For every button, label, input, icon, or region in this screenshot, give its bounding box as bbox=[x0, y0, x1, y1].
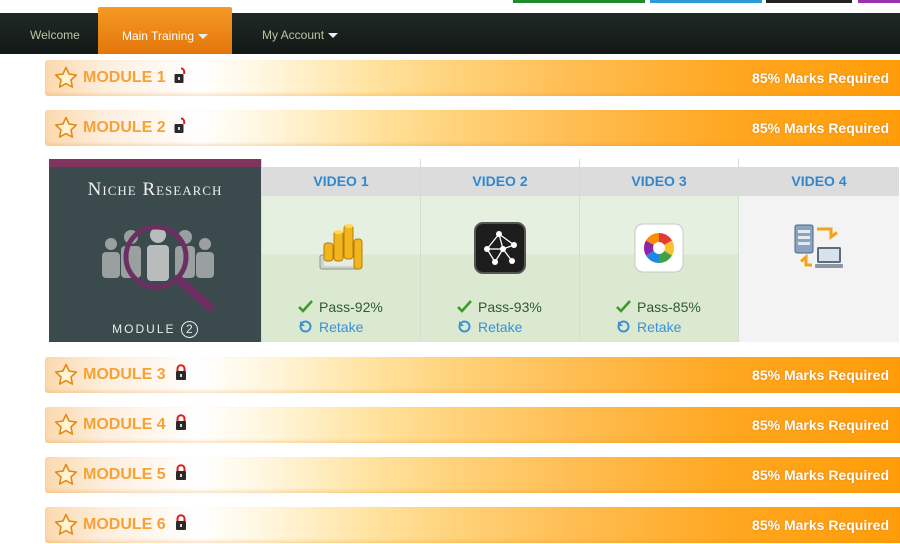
gold-coins-icon bbox=[319, 224, 363, 270]
video-1-retake-link[interactable]: Retake bbox=[298, 319, 363, 335]
thumbnail-top-bar bbox=[49, 159, 261, 167]
video-3-retake-text: Retake bbox=[637, 319, 682, 335]
star-icon bbox=[54, 513, 78, 537]
module-6-marks: 85% Marks Required bbox=[752, 517, 889, 533]
video-3-card[interactable]: VIDEO 3 Pass-85% Retake bbox=[579, 159, 738, 342]
nav-my-account[interactable]: My Account bbox=[262, 13, 339, 54]
refresh-icon bbox=[299, 320, 312, 333]
video-3-status-text: Pass-85% bbox=[637, 299, 701, 315]
video-1-title[interactable]: VIDEO 1 bbox=[262, 167, 420, 196]
unlock-icon bbox=[174, 67, 188, 84]
module-thumbnail[interactable]: Niche Research MODULE 2 bbox=[49, 159, 261, 342]
thumbnail-module-number: 2 bbox=[180, 321, 198, 338]
video-1-status-text: Pass-92% bbox=[319, 299, 383, 315]
video-1-card[interactable]: VIDEO 1 Pass-92% Retake bbox=[261, 159, 420, 342]
module-1-title: MODULE 1 bbox=[83, 69, 166, 86]
thumbnail-module-word: MODULE bbox=[112, 322, 176, 336]
module-4-bar[interactable]: MODULE 4 85% Marks Required bbox=[45, 407, 900, 443]
video-2-retake-text: Retake bbox=[478, 319, 523, 335]
checkmark-icon bbox=[298, 300, 313, 313]
checkmark-icon bbox=[616, 300, 631, 313]
strip-purple bbox=[858, 0, 900, 3]
lock-icon bbox=[174, 514, 188, 531]
network-nodes-icon bbox=[474, 222, 526, 274]
refresh-icon bbox=[617, 320, 630, 333]
star-icon bbox=[54, 66, 78, 90]
nav-main-training[interactable]: Main Training bbox=[98, 7, 232, 54]
lock-icon bbox=[174, 414, 188, 431]
video-2-title[interactable]: VIDEO 2 bbox=[421, 167, 579, 196]
module-6-bar[interactable]: MODULE 6 85% Marks Required bbox=[45, 507, 900, 543]
video-1-status: Pass-92% bbox=[298, 299, 383, 315]
lock-icon bbox=[174, 364, 188, 381]
module-3-bar[interactable]: MODULE 3 85% Marks Required bbox=[45, 357, 900, 393]
video-3-title[interactable]: VIDEO 3 bbox=[580, 167, 738, 196]
nav-my-account-label: My Account bbox=[262, 28, 325, 42]
refresh-icon bbox=[458, 320, 471, 333]
video-1-retake-text: Retake bbox=[319, 319, 364, 335]
module-3-marks: 85% Marks Required bbox=[752, 367, 889, 383]
strip-green bbox=[513, 0, 645, 3]
video-4-title[interactable]: VIDEO 4 bbox=[739, 167, 899, 196]
lock-icon bbox=[174, 464, 188, 481]
module-2-bar[interactable]: MODULE 2 85% Marks Required bbox=[45, 110, 900, 146]
unlock-icon bbox=[174, 117, 188, 134]
module-2-marks: 85% Marks Required bbox=[752, 120, 889, 136]
strip-dark bbox=[766, 0, 852, 3]
video-2-card[interactable]: VIDEO 2 Pass-93% Retake bbox=[420, 159, 579, 342]
video-4-card[interactable]: VIDEO 4 bbox=[738, 159, 899, 342]
module-4-marks: 85% Marks Required bbox=[752, 417, 889, 433]
module-2-videos-panel: Niche Research MODULE 2 VIDEO 1 Pass-92%… bbox=[49, 159, 899, 342]
star-icon bbox=[54, 413, 78, 437]
video-2-retake-link[interactable]: Retake bbox=[457, 319, 522, 335]
strip-blue bbox=[650, 0, 762, 3]
module-2-title: MODULE 2 bbox=[83, 119, 166, 136]
module-1-bar[interactable]: MODULE 1 85% Marks Required bbox=[45, 60, 900, 96]
video-3-retake-link[interactable]: Retake bbox=[616, 319, 681, 335]
module-5-marks: 85% Marks Required bbox=[752, 467, 889, 483]
nav-main-training-label: Main Training bbox=[121, 29, 195, 43]
thumbnail-module-label: MODULE 2 bbox=[49, 321, 261, 338]
nav-welcome-label: Welcome bbox=[30, 28, 80, 42]
module-5-title: MODULE 5 bbox=[83, 466, 166, 483]
chevron-down-icon bbox=[198, 34, 209, 40]
star-icon bbox=[54, 363, 78, 387]
module-6-title: MODULE 6 bbox=[83, 516, 166, 533]
module-5-bar[interactable]: MODULE 5 85% Marks Required bbox=[45, 457, 900, 493]
top-color-strip bbox=[0, 0, 900, 4]
module-1-marks: 85% Marks Required bbox=[752, 70, 889, 86]
video-2-status-text: Pass-93% bbox=[478, 299, 542, 315]
picasa-pinwheel-icon bbox=[634, 223, 684, 273]
module-4-title: MODULE 4 bbox=[83, 416, 166, 433]
server-transfer-icon bbox=[794, 224, 843, 268]
chevron-down-icon bbox=[328, 33, 339, 39]
star-icon bbox=[54, 116, 78, 140]
nav-welcome[interactable]: Welcome bbox=[30, 13, 80, 54]
checkmark-icon bbox=[457, 300, 472, 313]
video-3-status: Pass-85% bbox=[616, 299, 701, 315]
main-nav: Welcome Main Training My Account bbox=[0, 7, 900, 54]
people-magnifier-icon bbox=[102, 224, 215, 312]
video-2-status: Pass-93% bbox=[457, 299, 542, 315]
thumbnail-title: Niche Research bbox=[87, 179, 223, 200]
star-icon bbox=[54, 463, 78, 487]
module-3-title: MODULE 3 bbox=[83, 366, 166, 383]
